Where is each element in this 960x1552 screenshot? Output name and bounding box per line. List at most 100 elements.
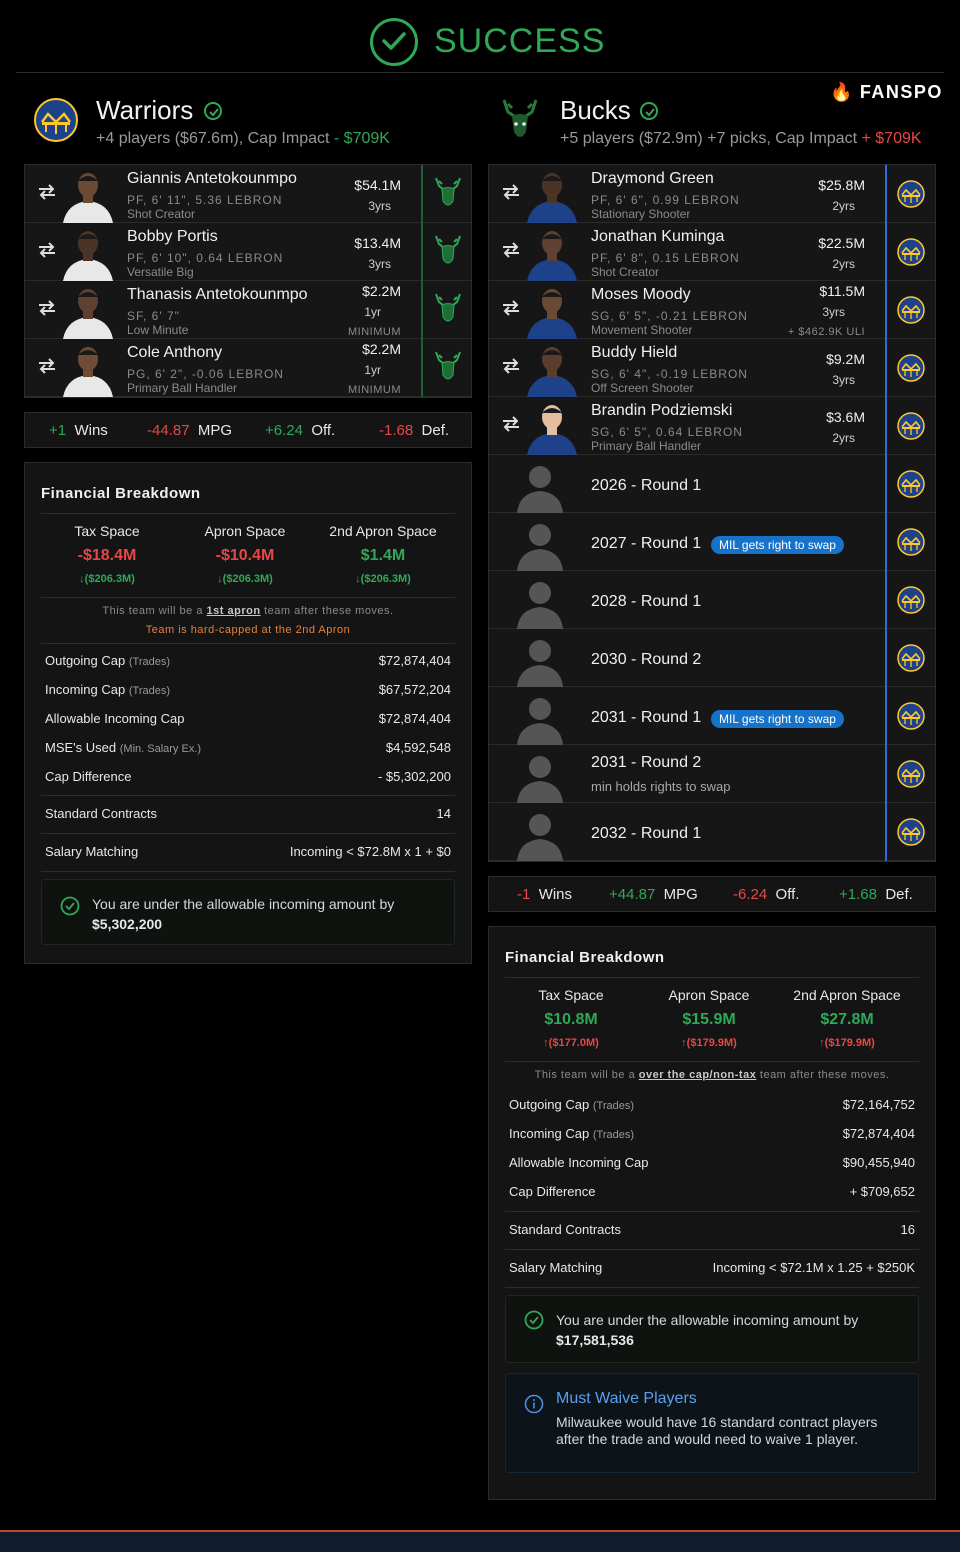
player-role: Versatile Big bbox=[127, 265, 194, 279]
def-stat: +1.68 Def. bbox=[839, 886, 913, 903]
contract-years: 3yrs bbox=[832, 373, 855, 387]
player-desc: SG, 6' 4", -0.19 LEBRON bbox=[591, 367, 748, 381]
draft-pick-row[interactable]: 2027 - Round 1 MIL gets right to swap bbox=[489, 513, 935, 571]
warriors-financial-breakdown: Financial Breakdown Tax Space -$18.4M ↓(… bbox=[24, 462, 472, 964]
warriors-verified-icon bbox=[204, 102, 222, 120]
team-badge bbox=[421, 281, 471, 339]
cap-status-link[interactable]: over the cap/non-tax bbox=[639, 1069, 757, 1081]
player-name[interactable]: Giannis Antetokounmpo bbox=[127, 170, 297, 188]
apron-link[interactable]: 1st apron bbox=[207, 605, 261, 617]
cap-row-value: $72,164,752 bbox=[842, 1097, 915, 1112]
mpg-stat: +44.87 MPG bbox=[609, 886, 698, 903]
pick-silhouette bbox=[511, 575, 569, 629]
player-name[interactable]: Cole Anthony bbox=[127, 344, 222, 362]
team-badge bbox=[885, 571, 935, 629]
swap-icon[interactable] bbox=[37, 241, 57, 259]
apron-space: Apron Space $15.9M ↑($179.9M) bbox=[668, 987, 750, 1049]
cap-row-value: $72,874,404 bbox=[378, 653, 451, 668]
must-waive-callout: Must Waive Players Milwaukee would have 1… bbox=[505, 1373, 919, 1473]
swap-icon[interactable] bbox=[37, 357, 57, 375]
player-row[interactable]: Cole Anthony PG, 6' 2", -0.06 LEBRON Prima… bbox=[25, 339, 471, 397]
pick-name[interactable]: 2028 - Round 1 bbox=[591, 593, 701, 611]
swap-icon[interactable] bbox=[37, 299, 57, 317]
player-row[interactable]: Jonathan Kuminga PF, 6' 8", 0.15 LEBRON Sh… bbox=[489, 223, 935, 281]
wins-stat: +1 Wins bbox=[49, 422, 108, 439]
player-desc: PF, 6' 8", 0.15 LEBRON bbox=[591, 251, 740, 265]
draft-pick-row[interactable]: 2028 - Round 1 bbox=[489, 571, 935, 629]
player-photo bbox=[59, 343, 117, 397]
player-role: Shot Creator bbox=[591, 265, 660, 279]
player-name[interactable]: Bobby Portis bbox=[127, 228, 218, 246]
contract-years: 3yrs bbox=[368, 257, 391, 271]
cap-row-value: $4,592,548 bbox=[385, 740, 451, 755]
draft-pick-row[interactable]: 2030 - Round 2 bbox=[489, 629, 935, 687]
salary-matching-label: Salary Matching bbox=[45, 844, 139, 859]
warriors-summary: +4 players ($67.6m), Cap Impact - $709K bbox=[96, 130, 390, 147]
under-allowable-callout: You are under the allowable incoming amo… bbox=[41, 879, 455, 945]
warriors-impact-stats: +1 Wins -44.87 MPG +6.24 Off. -1.68 Def. bbox=[24, 412, 472, 448]
player-name[interactable]: Moses Moody bbox=[591, 286, 691, 304]
team-badge bbox=[885, 629, 935, 687]
player-row[interactable]: Moses Moody SG, 6' 5", -0.21 LEBRON Moveme… bbox=[489, 281, 935, 339]
swap-icon[interactable] bbox=[501, 241, 521, 259]
salary-matching-label: Salary Matching bbox=[509, 1260, 603, 1275]
draft-pick-row[interactable]: 2031 - Round 1 MIL gets right to swap bbox=[489, 687, 935, 745]
player-desc: PF, 6' 10", 0.64 LEBRON bbox=[127, 251, 284, 265]
header-divider bbox=[16, 72, 944, 73]
apron-space: Apron Space -$10.4M ↓($206.3M) bbox=[204, 523, 286, 585]
second-apron-space: 2nd Apron Space $1.4M ↓($206.3M) bbox=[329, 523, 437, 585]
player-row[interactable]: Giannis Antetokounmpo PF, 6' 11", 5.36 LE… bbox=[25, 165, 471, 223]
player-photo bbox=[523, 227, 581, 281]
swap-icon[interactable] bbox=[37, 183, 57, 201]
player-row[interactable]: Buddy Hield SG, 6' 4", -0.19 LEBRON Off Sc… bbox=[489, 339, 935, 397]
pick-silhouette bbox=[511, 807, 569, 861]
pick-name[interactable]: 2026 - Round 1 bbox=[591, 477, 701, 495]
player-salary: $22.5M bbox=[818, 235, 865, 251]
player-name[interactable]: Jonathan Kuminga bbox=[591, 228, 724, 246]
draft-pick-row[interactable]: 2032 - Round 1 bbox=[489, 803, 935, 861]
player-name[interactable]: Draymond Green bbox=[591, 170, 714, 188]
cap-row-label: Allowable Incoming Cap bbox=[509, 1155, 649, 1170]
pick-name[interactable]: 2031 - Round 1 bbox=[591, 709, 701, 727]
team-badge bbox=[421, 165, 471, 223]
financial-title: Financial Breakdown bbox=[505, 949, 665, 966]
player-role: Low Minute bbox=[127, 323, 189, 337]
bucks-incoming-assets: Draymond Green PF, 6' 6", 0.99 LEBRON Stat… bbox=[488, 164, 936, 862]
cap-status-note: This team will be a over the cap/non-tax… bbox=[534, 1069, 890, 1081]
wins-stat: -1 Wins bbox=[517, 886, 573, 903]
player-row[interactable]: Bobby Portis PF, 6' 10", 0.64 LEBRON Versa… bbox=[25, 223, 471, 281]
draft-pick-row[interactable]: 2026 - Round 1 bbox=[489, 455, 935, 513]
swap-icon[interactable] bbox=[501, 183, 521, 201]
bucks-logo bbox=[498, 98, 542, 142]
swap-icon[interactable] bbox=[501, 299, 521, 317]
player-row[interactable]: Brandin Podziemski SG, 6' 5", 0.64 LEBRON… bbox=[489, 397, 935, 455]
player-name[interactable]: Thanasis Antetokounmpo bbox=[127, 286, 308, 304]
pick-name[interactable]: 2027 - Round 1 bbox=[591, 535, 701, 553]
player-name[interactable]: Brandin Podziemski bbox=[591, 402, 732, 420]
off-stat: -6.24 Off. bbox=[733, 886, 800, 903]
hard-cap-note: Team is hard-capped at the 2nd Apron bbox=[145, 624, 351, 636]
swap-rights-badge: MIL gets right to swap bbox=[711, 536, 844, 554]
player-row[interactable]: Draymond Green PF, 6' 6", 0.99 LEBRON Stat… bbox=[489, 165, 935, 223]
team-badge bbox=[885, 223, 935, 281]
pick-name[interactable]: 2030 - Round 2 bbox=[591, 651, 701, 669]
pick-name[interactable]: 2031 - Round 2 bbox=[591, 754, 701, 772]
cap-row-label: Cap Difference bbox=[45, 769, 132, 784]
tax-space: Tax Space -$18.4M ↓($206.3M) bbox=[74, 523, 140, 585]
player-role: Movement Shooter bbox=[591, 323, 693, 337]
bucks-verified-icon bbox=[640, 102, 658, 120]
bucks-financial-breakdown: Financial Breakdown Tax Space $10.8M ↑($… bbox=[488, 926, 936, 1500]
player-desc: SG, 6' 5", 0.64 LEBRON bbox=[591, 425, 743, 439]
pick-silhouette bbox=[511, 749, 569, 803]
swap-icon[interactable] bbox=[501, 415, 521, 433]
player-role: Off Screen Shooter bbox=[591, 381, 694, 395]
cap-row-value: $72,874,404 bbox=[378, 711, 451, 726]
second-apron-space: 2nd Apron Space $27.8M ↑($179.9M) bbox=[793, 987, 901, 1049]
swap-icon[interactable] bbox=[501, 357, 521, 375]
draft-pick-row[interactable]: 2031 - Round 2 min holds rights to swap bbox=[489, 745, 935, 803]
player-row[interactable]: Thanasis Antetokounmpo SF, 6' 7" Low Minut… bbox=[25, 281, 471, 339]
pick-name[interactable]: 2032 - Round 1 bbox=[591, 825, 701, 843]
def-stat: -1.68 Def. bbox=[379, 422, 450, 439]
salary-matching-value: Incoming < $72.1M x 1.25 + $250K bbox=[712, 1260, 915, 1275]
player-name[interactable]: Buddy Hield bbox=[591, 344, 677, 362]
